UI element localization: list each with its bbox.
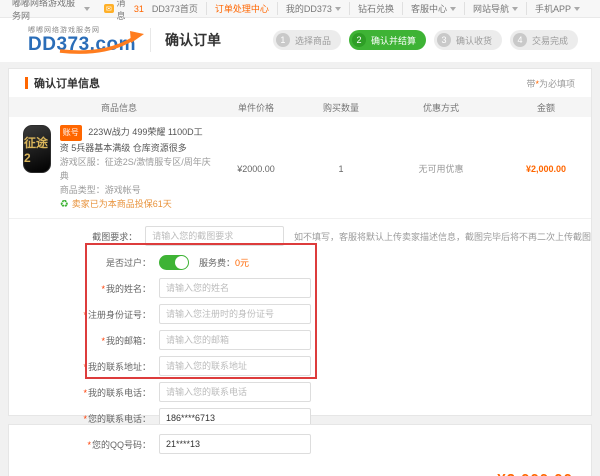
form-row-id-card: *注册身份证号： [9, 301, 591, 327]
chevron-down-icon [574, 7, 580, 11]
form-row-qq-2: *您的QQ号码： [9, 431, 591, 457]
screenshot-label: 截图要求： [9, 230, 137, 243]
quantity: 1 [301, 125, 381, 212]
section-accent-bar [25, 77, 28, 89]
top-utility-bar: 嘟嘟网络游戏服务网 ✉ 消息 31 DD373首页 订单处理中心 我的DD373… [0, 0, 600, 18]
nav-sitemap[interactable]: 网站导航 [464, 2, 526, 15]
nav-home[interactable]: DD373首页 [144, 2, 206, 15]
page-header: 嘟嘟网络游戏服务网 DD373.com 确认订单 1 选择商品 2 确认并结算 … [0, 18, 600, 62]
game-app-icon[interactable]: 征途2 [23, 125, 51, 173]
total-amount-partial: ¥2,000.00 [497, 471, 573, 476]
email-input[interactable] [159, 330, 311, 350]
form-row-address: *我的联系地址： [9, 353, 591, 379]
chevron-down-icon [512, 7, 518, 11]
col-discount: 优惠方式 [381, 101, 501, 114]
id-card-label: *注册身份证号： [9, 308, 151, 321]
nav-diamond-exchange[interactable]: 钻石兑换 [349, 2, 402, 15]
site-logo[interactable]: 嘟嘟网络游戏服务网 DD373.com [28, 27, 136, 54]
order-info-card: 确认订单信息 带*为必填项 商品信息 单件价格 购买数量 优惠方式 金额 征途2… [8, 68, 592, 416]
insurance-icon: ♻ [60, 199, 69, 210]
my-phone-input[interactable] [159, 382, 311, 402]
logo-text: DD373.com [28, 34, 136, 55]
unit-price: ¥2000.00 [211, 125, 301, 212]
qq-input-2[interactable] [159, 434, 311, 454]
chevron-down-icon [84, 7, 90, 11]
email-label: *我的邮箱： [9, 334, 151, 347]
col-unit-price: 单件价格 [211, 101, 301, 114]
my-phone-label: *我的联系电话： [9, 386, 151, 399]
message-icon[interactable]: ✉ [104, 4, 113, 13]
message-count[interactable]: 31 [134, 4, 144, 14]
toggle-knob [175, 256, 188, 269]
logo-tagline: 嘟嘟网络游戏服务网 [28, 27, 136, 34]
your-phone-label: *您的联系电话： [9, 412, 151, 425]
order-info-card-continued: *您的QQ号码： ¥2,000.00 [8, 424, 592, 476]
service-fee: 服务费：0元 [199, 256, 249, 269]
transfer-label: 是否过户： [9, 256, 151, 269]
screenshot-hint: 如不填写，客服将默认上传卖家描述信息，截图完毕后将不再二次上传截图 [294, 230, 591, 243]
required-note: 带*为必填项 [526, 77, 575, 90]
col-quantity: 购买数量 [301, 101, 381, 114]
message-label[interactable]: 消息 [117, 0, 132, 22]
section-title: 确认订单信息 [34, 75, 100, 91]
chevron-down-icon [450, 7, 456, 11]
col-amount: 金额 [501, 101, 591, 114]
name-label: *我的姓名： [9, 282, 151, 295]
nav-mobile-app[interactable]: 手机APP [526, 2, 588, 15]
order-table-header: 商品信息 单件价格 购买数量 优惠方式 金额 [9, 97, 591, 117]
col-product-info: 商品信息 [9, 101, 211, 114]
name-input[interactable] [159, 278, 311, 298]
section-header: 确认订单信息 带*为必填项 [9, 69, 591, 97]
discount-method: 无可用优惠 [381, 125, 501, 212]
form-row-email: *我的邮箱： [9, 327, 591, 353]
product-server: 游戏区服：征途2S/激情服专区/周年庆典 [60, 155, 211, 183]
product-info: 征途2 账号 223W战力 499荣耀 1100D工资 5兵器基本满级 仓库资源… [9, 125, 211, 212]
nav-order-center[interactable]: 订单处理中心 [206, 2, 277, 15]
form-row-name: *我的姓名： [9, 275, 591, 301]
amount: ¥2,000.00 [501, 125, 591, 212]
checkout-steps: 1 选择商品 2 确认并结算 3 确认收货 4 交易完成 [273, 30, 578, 50]
address-label: *我的联系地址： [9, 360, 151, 373]
site-menu[interactable]: 嘟嘟网络游戏服务网 [12, 0, 81, 22]
order-form: 截图要求： 如不填写，客服将默认上传卖家描述信息，截图完毕后将不再二次上传截图 … [9, 219, 591, 457]
product-type: 商品类型：游戏帐号 [60, 183, 211, 197]
address-input[interactable] [159, 356, 311, 376]
nav-service-center[interactable]: 客服中心 [402, 2, 464, 15]
id-card-input[interactable] [159, 304, 311, 324]
page-title: 确认订单 [165, 30, 221, 50]
step-confirm-receipt: 3 确认收货 [434, 30, 502, 50]
transfer-toggle[interactable] [159, 255, 189, 270]
header-divider [150, 28, 151, 52]
chevron-down-icon [335, 7, 341, 11]
top-nav: DD373首页 订单处理中心 我的DD373 钻石兑换 客服中心 网站导航 手机… [144, 2, 588, 15]
account-badge: 账号 [60, 125, 82, 141]
step-confirm-settle: 2 确认并结算 [349, 30, 426, 50]
nav-my-dd373[interactable]: 我的DD373 [277, 2, 349, 15]
step-select-goods: 1 选择商品 [273, 30, 341, 50]
form-row-my-phone: *我的联系电话： [9, 379, 591, 405]
form-row-transfer: 是否过户： 服务费：0元 [9, 249, 591, 275]
product-insurance: ♻卖家已为本商品投保61天 [60, 197, 211, 212]
product-row: 征途2 账号 223W战力 499荣耀 1100D工资 5兵器基本满级 仓库资源… [9, 117, 591, 219]
form-row-screenshot: 截图要求： 如不填写，客服将默认上传卖家描述信息，截图完毕后将不再二次上传截图 [9, 223, 591, 249]
step-complete: 4 交易完成 [510, 30, 578, 50]
screenshot-input[interactable] [145, 226, 284, 246]
qq-label-2: *您的QQ号码： [9, 438, 151, 451]
